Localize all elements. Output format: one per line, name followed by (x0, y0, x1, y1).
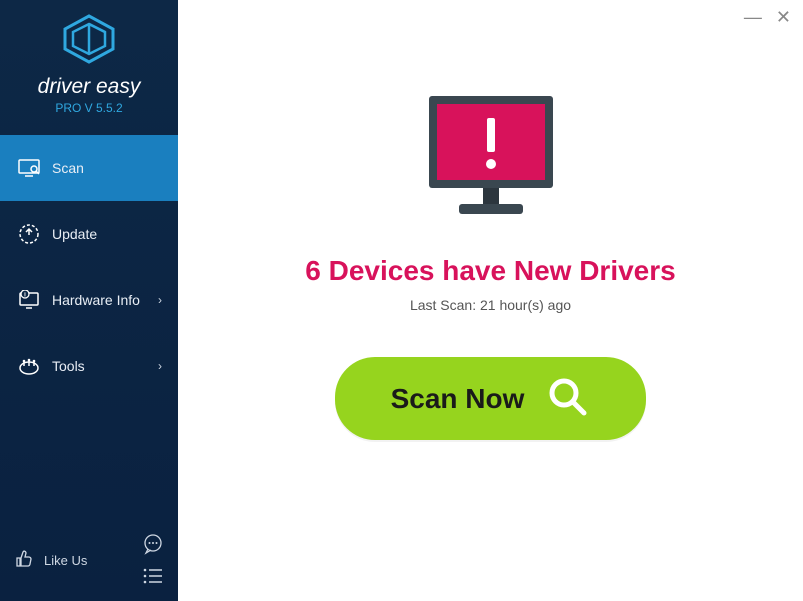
sidebar-item-update[interactable]: Update (0, 201, 178, 267)
update-icon (16, 223, 42, 245)
sidebar-item-scan[interactable]: Scan (0, 135, 178, 201)
sidebar: driver easy PRO V 5.5.2 Scan (0, 0, 178, 601)
brand-name: driver easy (0, 75, 178, 99)
sidebar-item-label: Update (52, 226, 97, 242)
scan-icon (16, 159, 42, 177)
app-root: driver easy PRO V 5.5.2 Scan (0, 0, 803, 601)
scan-now-label: Scan Now (391, 383, 525, 415)
main-content: 6 Devices have New Drivers Last Scan: 21… (178, 0, 803, 601)
sidebar-footer: Like Us (0, 523, 178, 601)
menu-icon[interactable] (142, 568, 164, 587)
feedback-icon[interactable] (142, 533, 164, 558)
logo-icon (0, 14, 178, 69)
like-us-label[interactable]: Like Us (44, 553, 87, 568)
chevron-right-icon: › (158, 359, 162, 373)
hardware-info-icon: i (16, 290, 42, 310)
version-text: PRO V 5.5.2 (0, 101, 178, 115)
sidebar-item-hardware-info[interactable]: i Hardware Info › (0, 267, 178, 333)
alert-monitor-icon (411, 88, 571, 233)
scan-now-button[interactable]: Scan Now (335, 357, 647, 440)
sidebar-item-label: Hardware Info (52, 292, 140, 308)
sidebar-nav: Scan Update i (0, 135, 178, 399)
close-button[interactable]: ✕ (776, 8, 791, 26)
sidebar-item-tools[interactable]: Tools › (0, 333, 178, 399)
last-scan-text: Last Scan: 21 hour(s) ago (410, 297, 571, 313)
sidebar-item-label: Tools (52, 358, 85, 374)
logo-area: driver easy PRO V 5.5.2 (0, 0, 178, 125)
chevron-right-icon: › (158, 293, 162, 307)
headline-text: 6 Devices have New Drivers (305, 255, 675, 287)
minimize-button[interactable]: — (744, 8, 762, 26)
window-controls: — ✕ (744, 8, 791, 26)
search-icon (546, 375, 590, 422)
sidebar-item-label: Scan (52, 160, 84, 176)
tools-icon (16, 356, 42, 376)
thumbs-up-icon[interactable] (14, 549, 34, 572)
